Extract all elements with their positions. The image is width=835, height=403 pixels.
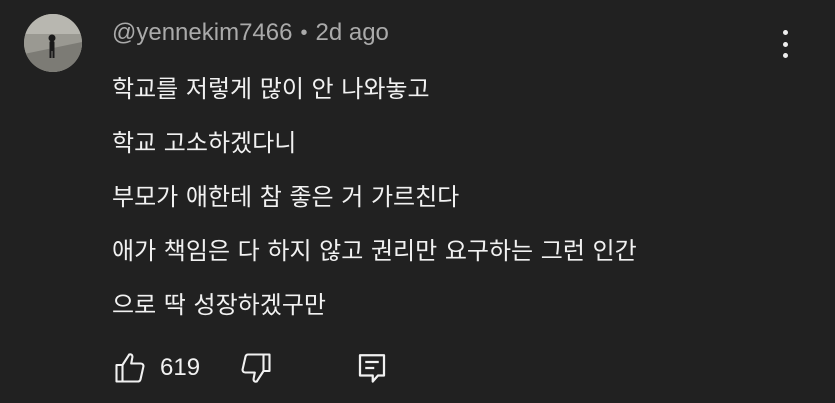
- avatar-image: [24, 14, 82, 72]
- author-name[interactable]: @yennekim7466: [112, 19, 292, 47]
- more-vert-icon: [782, 30, 788, 35]
- more-options-button[interactable]: [775, 26, 795, 62]
- more-vert-icon-dot: [782, 41, 788, 47]
- like-count: 619: [160, 354, 201, 381]
- comment-line: 애가 책임은 다 하지 않고 권리만 요구하는 그런 인간: [112, 237, 637, 265]
- comment-text: 학교를 저렇게 많이 안 나와놓고 학교 고소하겠다니 부모가 애한테 참 좋은…: [112, 62, 637, 332]
- comment-line: 학교 고소하겠다니: [112, 129, 297, 157]
- avatar[interactable]: [24, 14, 82, 72]
- comment-card: @yennekim7466 • 2d ago 학교를 저렇게 많이 안 나와놓고…: [0, 0, 835, 403]
- thumbs-down-icon[interactable]: [238, 350, 274, 386]
- comment-actions: 619: [112, 350, 390, 386]
- comment-line: 학교를 저렇게 많이 안 나와놓고: [112, 75, 430, 103]
- comment-line: 으로 딱 성장하겠구만: [112, 291, 326, 319]
- comment-timestamp[interactable]: 2d ago: [315, 19, 388, 47]
- thumbs-up-icon[interactable]: [112, 350, 148, 386]
- more-vert-icon-dot: [782, 53, 788, 58]
- comment-reply-icon[interactable]: [354, 350, 390, 386]
- comment-line: 부모가 애한테 참 좋은 거 가르친다: [112, 183, 460, 211]
- meta-separator: •: [300, 21, 308, 44]
- comment-header: @yennekim7466 • 2d ago: [112, 19, 389, 47]
